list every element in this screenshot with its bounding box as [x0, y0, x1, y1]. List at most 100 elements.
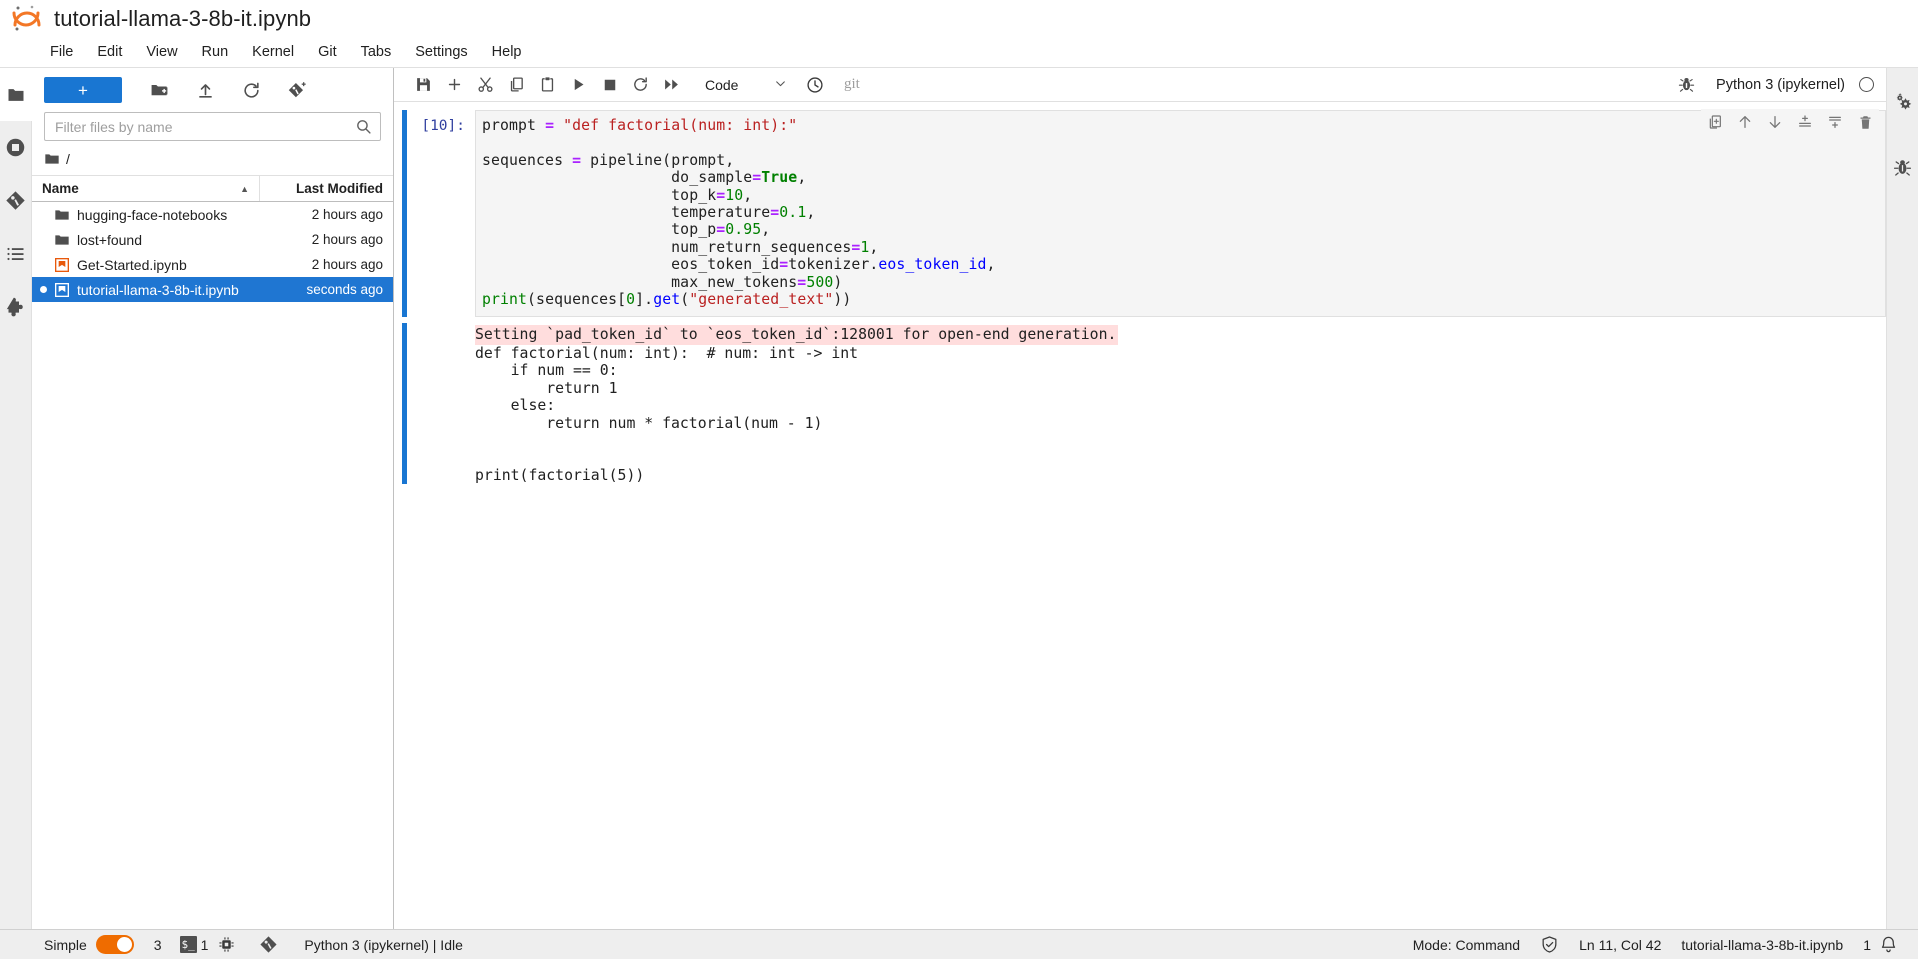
- terminal-sessions-status[interactable]: $_ 1: [172, 930, 213, 959]
- move-cell-down-button[interactable]: [1765, 111, 1785, 133]
- notification-count-label: 1: [1863, 936, 1871, 953]
- list-item-label: lost+found: [77, 231, 142, 248]
- simple-mode-label: Simple: [44, 936, 87, 953]
- upload-icon[interactable]: [190, 77, 220, 103]
- cut-cell-button[interactable]: [470, 71, 501, 99]
- file-browser-toolbar: +: [32, 72, 393, 108]
- cell-body: [10]: prompt = "def factorial(num: int):…: [407, 109, 1886, 318]
- list-item[interactable]: lost+found 2 hours ago: [32, 227, 393, 252]
- kernel-status-text[interactable]: Python 3 (ipykernel) | Idle: [288, 930, 473, 959]
- delete-cell-button[interactable]: [1855, 111, 1875, 133]
- bell-icon[interactable]: [1875, 930, 1908, 959]
- menu-run[interactable]: Run: [190, 42, 241, 62]
- list-item-modified: 2 hours ago: [311, 207, 383, 222]
- paste-cell-button[interactable]: [532, 71, 563, 99]
- status-bar-right: Mode: Command Ln 11, Col 42 tutorial-lla…: [1403, 930, 1918, 959]
- list-item[interactable]: Get-Started.ipynb 2 hours ago: [32, 252, 393, 277]
- restart-and-run-all-button[interactable]: [656, 71, 687, 99]
- column-header-last-modified-label: Last Modified: [296, 181, 383, 196]
- notebook-scroll-area[interactable]: [10]: prompt = "def factorial(num: int):…: [394, 102, 1886, 929]
- notification-count[interactable]: 1: [1853, 930, 1875, 959]
- property-inspector-icon[interactable]: [1887, 68, 1918, 134]
- kernel-session-count: 3: [153, 936, 162, 953]
- menu-tabs[interactable]: Tabs: [349, 42, 404, 62]
- editor-mode-label: Mode: Command: [1412, 936, 1521, 953]
- debugger-icon[interactable]: [1887, 134, 1918, 200]
- insert-cell-button[interactable]: [439, 71, 470, 99]
- refresh-icon[interactable]: [236, 77, 266, 103]
- notebook-icon: [55, 282, 69, 297]
- cursor-position-status[interactable]: Ln 11, Col 42: [1569, 930, 1671, 959]
- current-file-status[interactable]: tutorial-llama-3-8b-it.ipynb: [1671, 930, 1853, 959]
- save-button[interactable]: [408, 71, 439, 99]
- copy-cell-button[interactable]: [501, 71, 532, 99]
- interrupt-kernel-button[interactable]: [594, 71, 625, 99]
- output-prompt-spacer: [407, 323, 475, 484]
- duplicate-cell-button[interactable]: [1705, 111, 1725, 133]
- menu-git[interactable]: Git: [306, 42, 349, 62]
- insert-cell-above-button[interactable]: [1795, 111, 1815, 133]
- status-bar-left: Simple 3 $_ 1 Python 3 (ipykernel) | Idl…: [0, 930, 473, 959]
- git-clone-icon[interactable]: [282, 77, 312, 103]
- notebook-icon: [55, 257, 69, 272]
- search-input[interactable]: [53, 117, 355, 136]
- file-browser-panel: + Filter files by name / Name ▲ Last Mod…: [32, 68, 394, 929]
- cell-type-select[interactable]: Code: [699, 72, 789, 98]
- folder-icon: [55, 234, 69, 245]
- search-icon: [355, 118, 372, 135]
- jupyterlab-window: tutorial-llama-3-8b-it.ipynb File Edit V…: [0, 0, 1918, 959]
- simple-mode-switch[interactable]: [95, 935, 134, 954]
- list-item-modified: seconds ago: [306, 282, 383, 297]
- trusted-shield-icon[interactable]: [1530, 930, 1569, 959]
- column-header-last-modified[interactable]: Last Modified: [259, 176, 393, 201]
- notebook-panel: Code git Python 3 (ipykernel) [10]: prom…: [394, 68, 1886, 929]
- list-item-modified: 2 hours ago: [311, 257, 383, 272]
- sidebar-item-table-of-contents[interactable]: [0, 227, 32, 280]
- menu-settings[interactable]: Settings: [403, 42, 479, 62]
- sidebar-item-file-browser[interactable]: [0, 68, 32, 121]
- code-editor[interactable]: prompt = "def factorial(num: int):" sequ…: [475, 109, 1886, 318]
- list-item-label: Get-Started.ipynb: [77, 256, 187, 273]
- run-cell-button[interactable]: [563, 71, 594, 99]
- file-name-cell: Get-Started.ipynb: [32, 257, 259, 273]
- kernel-sessions-status[interactable]: 3: [144, 930, 172, 959]
- menu-file[interactable]: File: [38, 42, 85, 62]
- filter-row: [32, 108, 393, 141]
- editor-mode-status[interactable]: Mode: Command: [1403, 930, 1530, 959]
- sidebar-item-git[interactable]: [0, 174, 32, 227]
- sidebar-item-extension-manager[interactable]: [0, 280, 32, 333]
- cell-source: prompt = "def factorial(num: int):" sequ…: [482, 117, 996, 309]
- simple-mode-toggle[interactable]: Simple: [34, 930, 144, 959]
- notebook-cell[interactable]: [10]: prompt = "def factorial(num: int):…: [394, 109, 1886, 318]
- cell-type-value: Code: [705, 76, 739, 93]
- menu-edit[interactable]: Edit: [85, 42, 134, 62]
- breadcrumb[interactable]: /: [32, 141, 393, 175]
- sidebar-item-running-terminals[interactable]: [0, 121, 32, 174]
- file-name-cell: lost+found: [32, 232, 259, 248]
- new-launcher-button[interactable]: +: [44, 77, 122, 103]
- main-area: + Filter files by name / Name ▲ Last Mod…: [0, 68, 1918, 929]
- column-header-name[interactable]: Name ▲: [32, 181, 259, 196]
- filter-files-box[interactable]: [44, 112, 381, 141]
- output-stderr-wrapper: Setting `pad_token_id` to `eos_token_id`…: [475, 325, 1886, 345]
- menu-view[interactable]: View: [134, 42, 189, 62]
- git-status-icon[interactable]: [245, 930, 288, 959]
- jupyter-logo-icon: [10, 2, 46, 36]
- new-folder-icon[interactable]: [144, 77, 174, 103]
- file-name-cell: tutorial-llama-3-8b-it.ipynb: [32, 282, 259, 298]
- insert-cell-below-button[interactable]: [1825, 111, 1845, 133]
- move-cell-up-button[interactable]: [1735, 111, 1755, 133]
- breadcrumb-path: /: [66, 151, 70, 167]
- kernel-name-label[interactable]: Python 3 (ipykernel): [1716, 77, 1845, 93]
- cpu-icon[interactable]: [212, 930, 245, 959]
- menu-help[interactable]: Help: [480, 42, 534, 62]
- list-item[interactable]: hugging-face-notebooks 2 hours ago: [32, 202, 393, 227]
- restart-kernel-button[interactable]: [625, 71, 656, 99]
- menu-kernel[interactable]: Kernel: [240, 42, 306, 62]
- list-item-label: tutorial-llama-3-8b-it.ipynb: [77, 281, 239, 298]
- list-item-selected[interactable]: tutorial-llama-3-8b-it.ipynb seconds ago: [32, 277, 393, 302]
- folder-icon: [55, 209, 69, 220]
- clock-icon[interactable]: [799, 71, 830, 99]
- bug-icon[interactable]: [1671, 71, 1702, 99]
- kernel-status-icon[interactable]: [1859, 77, 1874, 92]
